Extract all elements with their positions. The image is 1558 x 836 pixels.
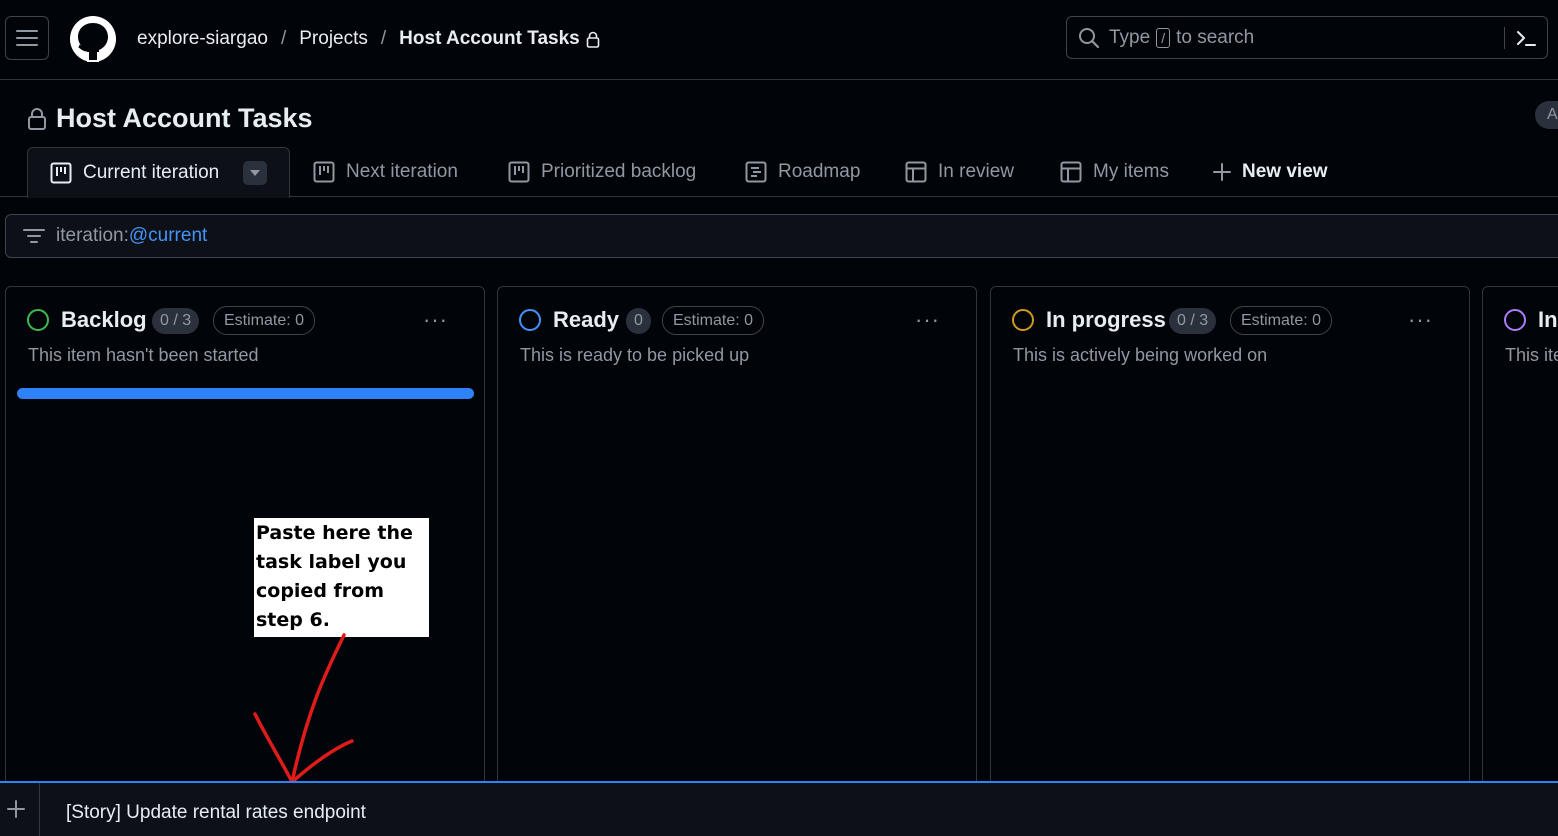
menu-button[interactable] [5,16,49,60]
board-column-in-review: In This ite [1482,286,1558,786]
column-description: This ite [1505,345,1558,365]
board-icon [508,161,530,183]
filter-input[interactable]: iteration:@current [5,214,1558,258]
breadcrumb-current-project[interactable]: Host Account Tasks [399,28,580,50]
command-palette-icon[interactable] [1515,27,1537,49]
breadcrumb-separator: / [380,28,387,49]
instruction-callout: Paste here the task label you copied fro… [254,518,429,637]
tab-prioritized-backlog[interactable]: Prioritized backlog [508,147,696,197]
filter-key: iteration: [56,225,129,246]
github-logo-icon[interactable] [70,16,116,62]
chevron-down-icon [250,170,260,176]
tab-in-review[interactable]: In review [905,147,1014,197]
search-placeholder: Type / to search [1109,27,1254,49]
status-circle-icon [519,309,541,331]
breadcrumb: explore-siargao / Projects / Host Accoun… [137,26,600,52]
tab-label: Roadmap [778,161,861,182]
table-icon [1060,161,1082,183]
item-count-badge: 0 / 3 [152,308,200,334]
breadcrumb-separator: / [280,28,287,49]
column-title: In [1538,307,1558,332]
column-menu-button[interactable]: ··· [1408,307,1433,333]
tab-my-items[interactable]: My items [1060,147,1169,197]
global-header: explore-siargao / Projects / Host Accoun… [0,0,1558,80]
search-icon [1078,27,1100,49]
column-progress-bar [17,388,474,399]
search-shortcut-key: / [1156,27,1171,48]
search-placeholder-suffix: to search [1176,26,1255,48]
column-description: This item hasn't been started [28,345,259,365]
status-circle-icon [27,309,49,331]
avatar[interactable]: A [1535,101,1558,129]
board-icon [50,162,72,184]
column-menu-button[interactable]: ··· [423,307,448,333]
breadcrumb-projects-link[interactable]: Projects [299,28,368,50]
estimate-badge: Estimate: 0 [662,306,765,335]
item-count-badge: 0 / 3 [1169,308,1217,334]
roadmap-icon [745,161,767,183]
tab-label: Current iteration [83,162,220,183]
new-view-button[interactable]: New view [1213,147,1328,197]
tab-next-iteration[interactable]: Next iteration [313,147,458,197]
plus-icon [1213,163,1231,181]
status-circle-icon [1504,309,1526,331]
column-title: In progress [1046,307,1166,332]
status-circle-icon [1012,309,1034,331]
board-icon [313,161,335,183]
estimate-badge: Estimate: 0 [1230,306,1333,335]
add-item-bar[interactable]: [Story] Update rental rates endpoint [0,781,1558,836]
estimate-badge: Estimate: 0 [213,306,316,335]
filter-query: iteration:@current [56,225,207,247]
tab-roadmap[interactable]: Roadmap [745,147,860,197]
search-input[interactable]: Type / to search [1066,16,1548,59]
tab-label: My items [1093,161,1169,182]
column-description: This is actively being worked on [1013,345,1268,365]
lock-icon [586,31,600,48]
add-item-input[interactable]: [Story] Update rental rates endpoint [66,802,366,824]
search-divider [1504,27,1505,49]
tab-label: In review [938,161,1015,182]
item-count-badge: 0 [626,308,651,334]
tab-current-iteration[interactable]: Current iteration [27,147,290,198]
add-item-divider [39,783,40,836]
column-description: This is ready to be picked up [520,345,750,365]
filter-value: @current [128,225,208,246]
lock-icon [27,107,47,130]
filter-icon [23,228,45,244]
tab-label: New view [1242,161,1328,182]
table-icon [905,161,927,183]
search-placeholder-prefix: Type [1109,26,1151,48]
column-title: Ready [553,307,620,332]
breadcrumb-org-link[interactable]: explore-siargao [137,28,268,50]
tab-label: Next iteration [346,161,458,182]
board-column-in-progress: In progress 0 / 3 Estimate: 0 ··· This i… [990,286,1470,786]
tab-options-button[interactable] [243,161,267,185]
project-title-text: Host Account Tasks [56,103,313,133]
column-menu-button[interactable]: ··· [915,307,940,333]
view-tabs: Current iteration Next iteration Priorit… [0,147,1558,334]
plus-icon[interactable] [6,799,26,819]
board-column-ready: Ready 0 Estimate: 0 ··· This is ready to… [497,286,977,786]
tab-label: Prioritized backlog [541,161,697,182]
annotation-arrow-icon [253,633,354,784]
hamburger-icon [16,30,38,46]
project-title: Host Account Tasks [27,103,313,134]
column-title: Backlog [61,307,147,332]
